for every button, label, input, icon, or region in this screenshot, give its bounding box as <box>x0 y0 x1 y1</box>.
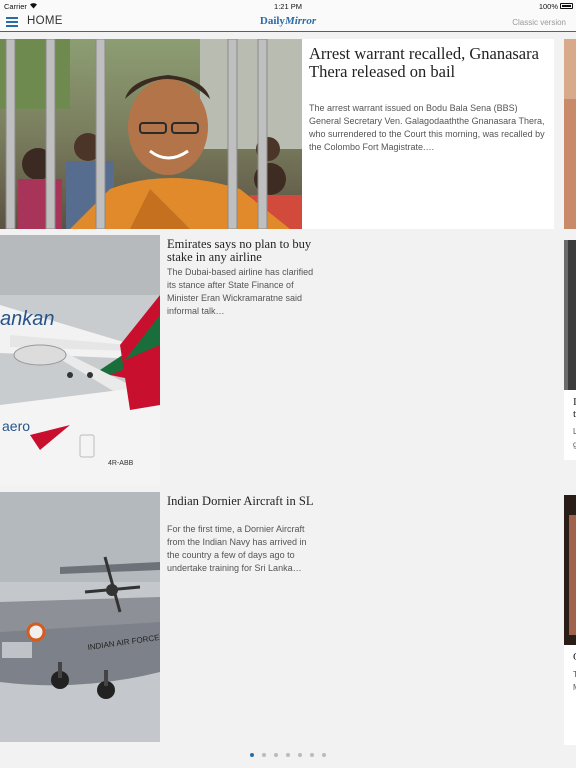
story-title[interactable]: Emirates says no plan to buy stake in an… <box>167 238 337 263</box>
page-dot[interactable] <box>274 753 278 757</box>
status-bar: Carrier 1:21 PM 100% <box>0 0 576 12</box>
story-card[interactable]: INDIAN AIR FORCE Indian Dornier Aircraft… <box>0 492 345 742</box>
airliner-registration: 4R-ABB <box>108 460 134 467</box>
next-page-peek-card[interactable]: I t L g <box>564 240 576 460</box>
classic-version-link[interactable]: Classic version <box>512 18 566 27</box>
story-photo-dornier: INDIAN AIR FORCE <box>0 492 160 742</box>
page-dot[interactable] <box>250 753 254 757</box>
status-time: 1:21 PM <box>274 2 302 11</box>
page-dot[interactable] <box>310 753 314 757</box>
story-summary: The Dubai-based airline has clarified it… <box>167 267 314 316</box>
featured-story-card[interactable]: Arrest warrant recalled, Gnanasara Thera… <box>0 39 554 229</box>
nav-bar: HOME DailyMirror Classic version <box>0 12 576 32</box>
battery-percent: 100% <box>538 2 558 11</box>
airliner-livery-text: ankan <box>0 308 55 330</box>
page-dot[interactable] <box>262 753 266 757</box>
battery-icon <box>560 3 573 9</box>
next-page-peek-card[interactable] <box>564 39 576 229</box>
airliner-tail-text: aero <box>2 418 30 434</box>
featured-story-summary: The arrest warrant issued on Bodu Bala S… <box>309 103 545 152</box>
app-root: Carrier 1:21 PM 100% HOME DailyMirror Cl… <box>0 0 576 768</box>
featured-story-photo <box>0 39 302 229</box>
story-summary: For the first time, a Dornier Aircraft f… <box>167 524 307 573</box>
daily-mirror-logo: DailyMirror <box>259 15 317 27</box>
story-photo-airliner: ankan aero 4R-ABB <box>0 235 160 485</box>
page-dot[interactable] <box>286 753 290 757</box>
page-dot[interactable] <box>298 753 302 757</box>
story-title[interactable]: Indian Dornier Aircraft in SL <box>167 495 337 508</box>
page-dot[interactable] <box>322 753 326 757</box>
story-card[interactable]: ankan aero 4R-ABB Emirates says no plan … <box>0 235 345 485</box>
featured-story-title[interactable]: Arrest warrant recalled, Gnanasara Thera… <box>309 45 549 81</box>
next-page-peek-card[interactable]: C T M <box>564 495 576 745</box>
page-indicator[interactable] <box>0 753 576 761</box>
